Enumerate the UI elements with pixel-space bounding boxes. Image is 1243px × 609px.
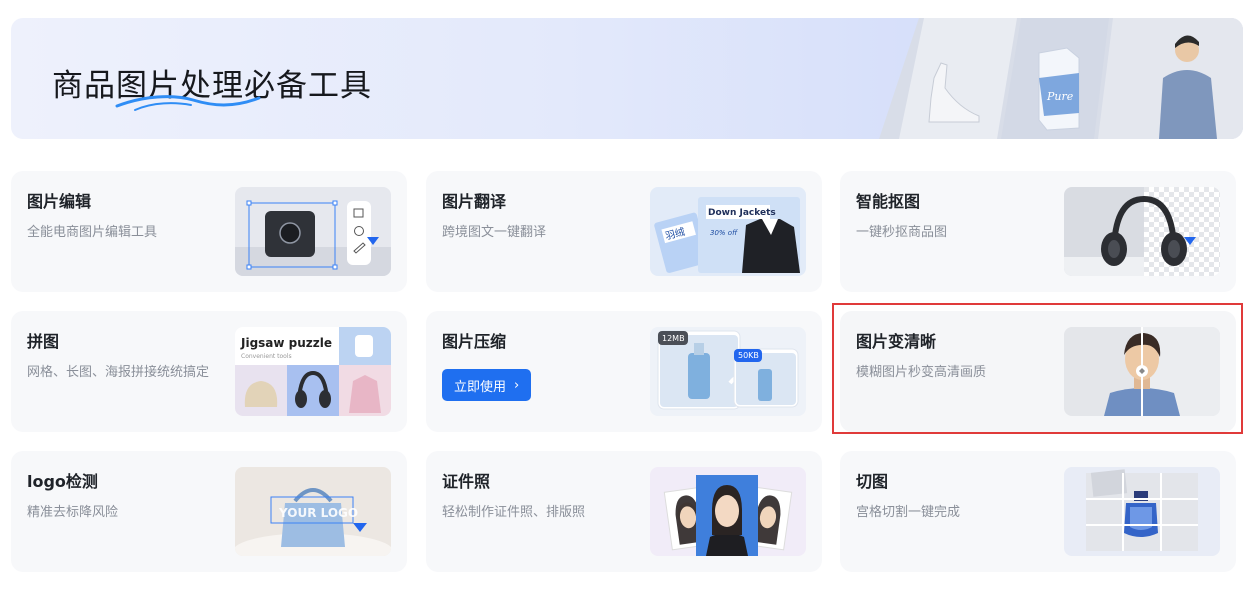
use-now-label: 立即使用 [454,379,507,395]
translate-price-text: 30% off [710,229,738,237]
collage-thumbnail: Jigsaw puzzle Convenient tools [235,327,391,416]
compress-after-text: 50KB [738,351,759,360]
card-title: 证件照 [442,472,491,491]
tool-card-collage[interactable]: 拼图 网格、长图、海报拼接统统搞定 Jigsaw puzzle Convenie… [11,311,407,432]
tool-card-logo-detect[interactable]: logo检测 精准去标降风险 YOUR LOGO [11,451,407,572]
collage-sub-text: Convenient tools [241,353,292,360]
image-compress-thumbnail: 12MB 50KB [650,327,806,416]
tool-card-image-compress[interactable]: 图片压缩 立即使用 › 12MB 50KB [426,311,822,432]
tool-card-id-photo[interactable]: 证件照 轻松制作证件照、排版照 [426,451,822,572]
banner-product-collage: Pure [879,18,1243,139]
smart-cutout-thumbnail [1064,187,1220,276]
card-description: 宫格切割一键完成 [856,505,961,520]
card-description: 全能电商图片编辑工具 [27,225,158,240]
card-description: 一键秒抠商品图 [856,225,948,240]
bottle-label-text: Pure [1046,90,1074,103]
card-description: 模糊图片秒变高清画质 [856,365,987,380]
card-title: 图片变清晰 [856,332,937,351]
hero-banner: 商品图片处理必备工具 Pure [11,18,1243,139]
image-enhance-thumbnail [1064,327,1220,416]
image-edit-thumbnail [235,187,391,276]
tool-card-image-translate[interactable]: 图片翻译 跨境图文一键翻译 羽绒 Down Jackets 30% off [426,171,822,292]
logo-detect-thumbnail: YOUR LOGO [235,467,391,556]
use-now-button[interactable]: 立即使用 › [442,369,532,401]
card-title: logo检测 [27,472,98,491]
card-title: 智能抠图 [856,192,921,211]
logo-watermark-text: YOUR LOGO [278,506,358,520]
card-title: 图片翻译 [442,192,507,211]
tool-card-image-enhance[interactable]: 图片变清晰 模糊图片秒变高清画质 [840,311,1236,432]
collage-headline-text: Jigsaw puzzle [240,336,332,350]
card-title: 切图 [856,472,889,491]
id-photo-thumbnail [650,467,806,556]
card-title: 拼图 [27,332,60,351]
compress-before-text: 12MB [662,334,685,343]
chevron-right-icon: › [514,377,520,393]
tool-card-smart-cutout[interactable]: 智能抠图 一键秒抠商品图 [840,171,1236,292]
card-description: 精准去标降风险 [27,505,119,520]
slice-thumbnail [1064,467,1220,556]
card-description: 网格、长图、海报拼接统统搞定 [27,365,210,380]
card-description: 跨境图文一键翻译 [442,225,547,240]
banner-underline-swoosh [115,95,261,111]
tool-card-image-edit[interactable]: 图片编辑 全能电商图片编辑工具 [11,171,407,292]
card-title: 图片压缩 [442,332,507,351]
tool-card-slice[interactable]: 切图 宫格切割一键完成 [840,451,1236,572]
card-title: 图片编辑 [27,192,92,211]
card-description: 轻松制作证件照、排版照 [442,505,586,520]
translate-headline-text: Down Jackets [708,208,776,218]
image-translate-thumbnail: 羽绒 Down Jackets 30% off [650,187,806,276]
